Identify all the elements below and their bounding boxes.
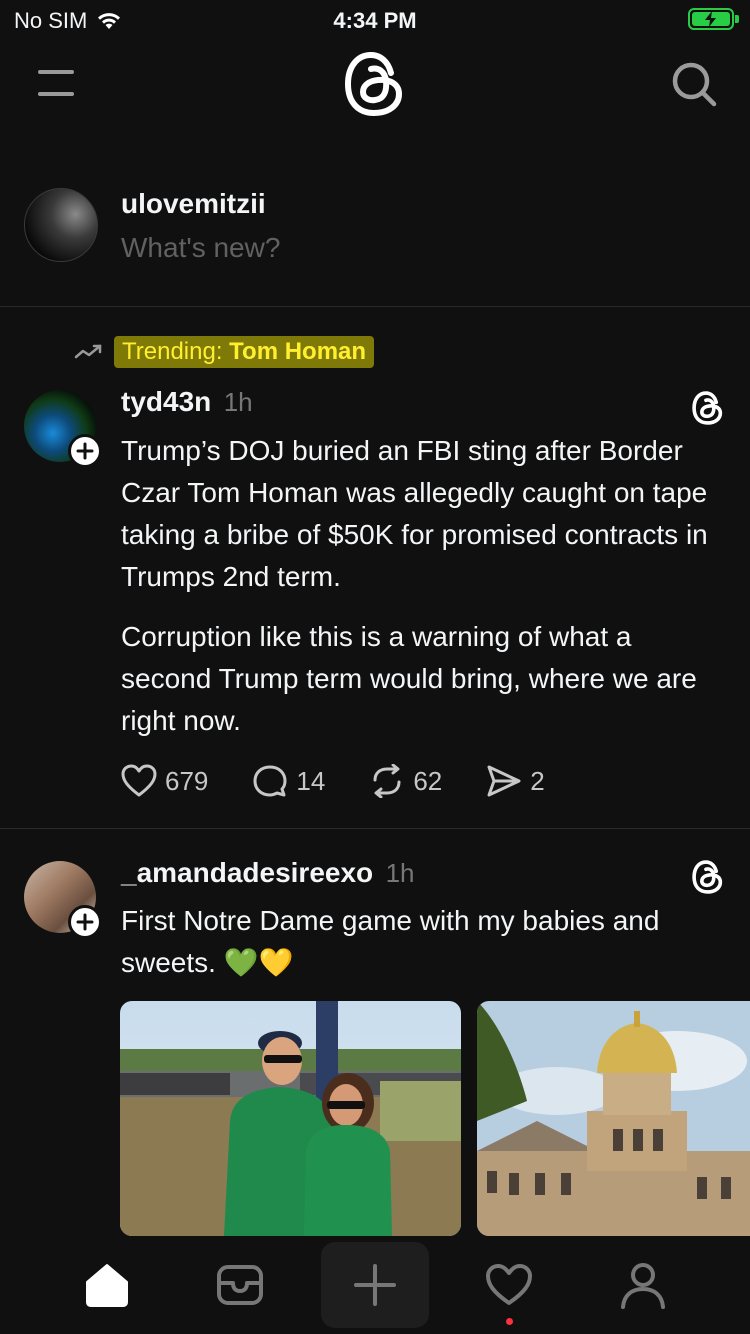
tab-home[interactable] [70, 1236, 144, 1334]
post-time: 1h [223, 387, 253, 417]
tab-inbox[interactable] [203, 1236, 277, 1334]
search-button[interactable] [668, 58, 720, 110]
post-time: 1h [385, 858, 415, 888]
post-username[interactable]: _amandadesireexo [121, 857, 373, 888]
post-card: Trending: Tom Homan tyd43n 1h Trump’s DO… [0, 306, 750, 828]
trending-icon [74, 344, 102, 359]
repost-button[interactable]: 62 [369, 764, 442, 798]
battery-icon [688, 8, 739, 30]
post-body: Trump’s DOJ buried an FBI sting after Bo… [121, 430, 721, 760]
post-body: First Notre Dame game with my babies and… [121, 905, 660, 978]
post-header: tyd43n 1h [121, 386, 253, 418]
post-photo[interactable] [477, 1001, 750, 1236]
follow-button[interactable] [68, 905, 102, 939]
tab-profile[interactable] [606, 1236, 680, 1334]
post-actions: 679 14 62 2 [121, 764, 589, 798]
repost-icon [373, 764, 401, 798]
like-button[interactable]: 679 [121, 764, 208, 798]
profile-icon [621, 1263, 665, 1309]
composer[interactable]: ulovemitzii What's new? [0, 160, 750, 307]
tab-activity[interactable] [472, 1236, 546, 1334]
notification-dot [506, 1318, 513, 1325]
threads-logo-icon [344, 51, 403, 117]
post-paragraph: Corruption like this is a warning of wha… [121, 621, 697, 736]
status-bar: No SIM 4:34 PM [0, 0, 750, 40]
threads-logo[interactable] [341, 50, 409, 118]
like-count: 679 [165, 765, 209, 796]
follow-button[interactable] [68, 434, 102, 468]
post-photo[interactable] [120, 1001, 461, 1236]
post-paragraph: Trump’s DOJ buried an FBI sting after Bo… [121, 435, 708, 592]
post-threads-button[interactable] [688, 388, 728, 428]
repost-count: 62 [413, 765, 443, 796]
composer-input[interactable]: What's new? [121, 232, 280, 264]
post-header: _amandadesireexo 1h [121, 857, 415, 889]
tab-compose[interactable] [321, 1242, 429, 1328]
inbox-icon [217, 1265, 263, 1305]
heart-icon [121, 764, 157, 797]
post-username[interactable]: tyd43n [121, 386, 211, 417]
activity-icon [486, 1264, 532, 1305]
trending-banner[interactable]: Trending: Tom Homan [74, 336, 375, 368]
tab-bar [0, 1236, 750, 1334]
trending-label: Trending: [122, 338, 223, 365]
menu-button[interactable] [36, 66, 76, 98]
comment-icon [253, 765, 287, 797]
post-threads-button[interactable] [688, 857, 728, 897]
threads-small-icon [692, 391, 723, 425]
post-card: _amandadesireexo 1h First Notre Dame gam… [0, 829, 750, 1236]
composer-username: ulovemitzii [121, 188, 266, 219]
search-icon [672, 62, 717, 107]
send-icon [487, 765, 521, 797]
comment-button[interactable]: 14 [252, 764, 325, 798]
share-count: 2 [530, 765, 545, 796]
trending-highlight: Trending: Tom Homan [114, 336, 375, 368]
home-icon [86, 1264, 128, 1307]
share-button[interactable]: 2 [486, 764, 545, 798]
threads-small-icon [692, 860, 723, 894]
photo-dome-image [477, 1001, 750, 1236]
hamburger-menu-icon [38, 70, 74, 96]
comment-count: 14 [296, 765, 326, 796]
composer-avatar[interactable] [24, 188, 98, 262]
trending-topic[interactable]: Tom Homan [229, 338, 366, 365]
compose-icon [354, 1264, 396, 1306]
plus-icon [76, 442, 94, 460]
top-nav [0, 40, 750, 130]
status-time: 4:34 PM [333, 8, 417, 33]
photo-couple-image [120, 1001, 461, 1236]
plus-icon [76, 913, 94, 931]
